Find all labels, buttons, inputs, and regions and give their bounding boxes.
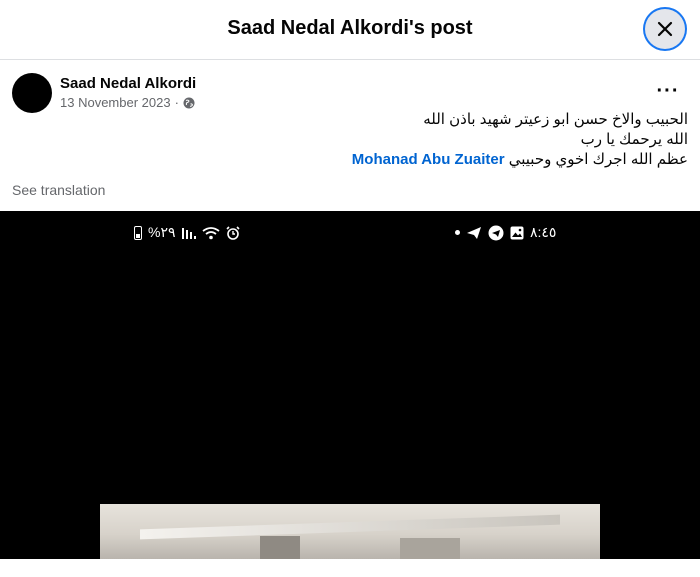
post-meta: 13 November 2023 · [60, 95, 195, 110]
globe-icon [183, 97, 195, 108]
post-line-3-text: عظم الله اجرك اخوي وحبيبي [508, 151, 688, 168]
photo-ceiling-detail [140, 514, 560, 540]
notification-dot-icon [455, 230, 460, 235]
phone-status-right: ٨:٤٥ [455, 224, 556, 241]
post-line-1: الحبيب والاخ حسن ابو زعيتر شهيد باذن الل… [423, 111, 688, 128]
phone-clock: ٨:٤٥ [530, 224, 557, 240]
mention-link[interactable]: Mohanad Abu Zuaiter [352, 151, 505, 168]
phone-status-left: %٢٩ [134, 224, 240, 241]
dialog-header: Saad Nedal Alkordi's post [0, 0, 700, 60]
post-line-2: الله يرحمك يا رب [580, 131, 688, 148]
post-image[interactable]: %٢٩ ٨:٤٥ [0, 211, 700, 559]
wifi-icon [201, 226, 220, 239]
post-line-3: عظم الله اجرك اخوي وحبيبي Mohanad Abu Zu… [12, 150, 688, 170]
post-date[interactable]: 13 November 2023 [60, 95, 171, 110]
see-translation-link[interactable]: See translation [12, 182, 105, 198]
more-options-button[interactable]: ··· [650, 78, 686, 104]
dialog-footer-strip [0, 559, 700, 577]
photo-detail-right [400, 538, 460, 559]
post-body: الحبيب والاخ حسن ابو زعيتر شهيد باذن الل… [12, 110, 688, 170]
more-icon: ··· [656, 79, 680, 102]
dialog-title: Saad Nedal Alkordi's post [227, 17, 473, 39]
author-name[interactable]: Saad Nedal Alkordi [60, 75, 196, 92]
gallery-icon [510, 226, 524, 239]
signal-icon [181, 228, 196, 239]
alarm-icon [225, 225, 240, 240]
battery-percent: %٢٩ [148, 224, 176, 240]
author-avatar[interactable] [12, 73, 52, 113]
close-icon [657, 21, 673, 37]
battery-icon [134, 225, 142, 240]
screenshot-photo [100, 504, 600, 559]
close-button[interactable] [645, 9, 685, 49]
meta-separator: · [174, 95, 179, 110]
telegram-icon [467, 226, 481, 239]
photo-detail-left [260, 536, 300, 559]
telegram-circle-icon [488, 225, 504, 240]
